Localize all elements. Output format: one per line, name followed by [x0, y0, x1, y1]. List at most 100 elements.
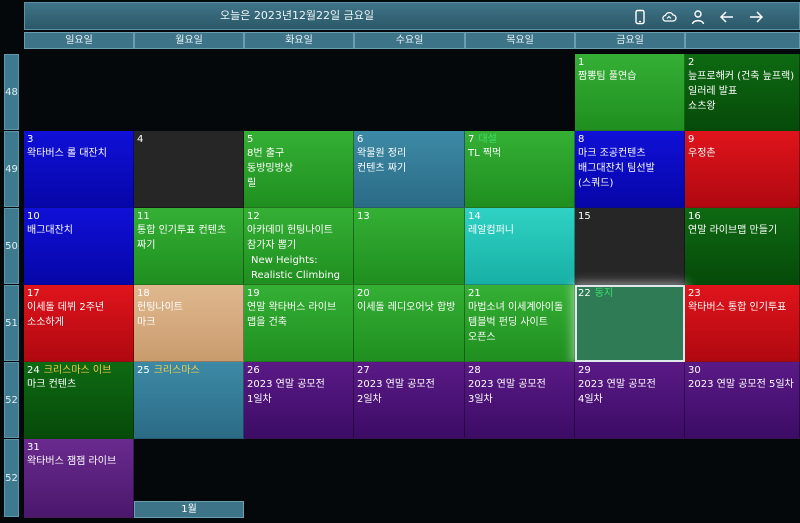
day-cell[interactable]: 6 왁물원 정리 컨텐츠 짜기 — [354, 131, 465, 208]
event-item[interactable]: New Heights: Realistic Climbing — [247, 253, 350, 283]
title-bar: 오늘은 2023년12월22일 금요일 — [24, 2, 800, 30]
day-number: 30 — [688, 365, 701, 376]
day-cell[interactable]: 16 연말 라이브맵 만들기 — [685, 208, 800, 285]
day-number: 22 동지 — [578, 287, 681, 300]
event-item[interactable]: 2023 연말 공모전 4일차 — [578, 377, 681, 407]
day-number: 6 — [357, 134, 364, 145]
phone-icon[interactable] — [629, 6, 651, 28]
weekday-tue: 화요일 — [244, 32, 354, 49]
event-item[interactable]: 레알컴퍼니 — [468, 223, 571, 238]
weekday-sun: 일요일 — [24, 32, 134, 49]
day-number: 25 크리스마스 — [137, 364, 240, 377]
day-cell[interactable]: 19 연말 왁타버스 라이브 맵을 건축 — [244, 285, 354, 362]
event-item[interactable]: 왁타버스 잼잼 라이브 — [27, 454, 130, 469]
day-cell[interactable]: 26 2023 연말 공모전 1일차 — [244, 362, 354, 439]
event-item[interactable]: 헌팅나이트 — [137, 300, 240, 315]
day-number: 11 — [137, 211, 150, 222]
event-item[interactable]: 우정촌 — [688, 146, 796, 161]
user-icon[interactable] — [687, 6, 709, 28]
day-cell[interactable]: 9 우정촌 — [685, 131, 800, 208]
event-item[interactable]: 아카데미 헌팅나이트 참가자 뽑기 — [247, 223, 350, 253]
event-item[interactable]: 컨텐츠 짜기 — [357, 161, 461, 176]
day-number: 13 — [357, 211, 370, 222]
day-number: 5 — [247, 134, 254, 145]
event-item[interactable]: 2023 연말 공모전 5일차 — [688, 377, 796, 392]
day-cell[interactable]: 30 2023 연말 공모전 5일차 — [685, 362, 800, 439]
day-number: 8 — [578, 134, 585, 145]
day-number-text: 24 — [27, 365, 40, 376]
weekday-sat — [685, 32, 800, 49]
event-item[interactable]: 마크 조공컨텐츠 — [578, 146, 681, 161]
event-item[interactable]: 왁물원 정리 — [357, 146, 461, 161]
event-item[interactable]: 이세돌 레디오어낫 합방 — [357, 300, 461, 315]
day-number: 1 — [578, 57, 585, 68]
event-item[interactable]: 2023 연말 공모전 2일차 — [357, 377, 461, 407]
event-item[interactable]: 연말 왁타버스 라이브 맵을 건축 — [247, 300, 350, 330]
next-month-tab[interactable]: 1월 — [134, 501, 244, 518]
day-cell[interactable]: 8 마크 조공컨텐츠 배그대잔치 팀선발 (스쿼드) — [575, 131, 685, 208]
day-cell[interactable]: 12 아카데미 헌팅나이트 참가자 뽑기 New Heights: Realis… — [244, 208, 354, 285]
event-item[interactable]: 2023 연말 공모전 1일차 — [247, 377, 350, 407]
week-number: 52 — [4, 362, 19, 438]
event-item[interactable]: 릴 — [247, 176, 350, 191]
day-cell[interactable]: 29 2023 연말 공모전 4일차 — [575, 362, 685, 439]
day-cell[interactable]: 25 크리스마스 — [134, 362, 244, 439]
day-cell[interactable]: 20 이세돌 레디오어낫 합방 — [354, 285, 465, 362]
day-number: 23 — [688, 288, 701, 299]
day-cell[interactable]: 24 크리스마스 이브 마크 컨텐츠 — [24, 362, 134, 439]
day-cell[interactable]: 13 — [354, 208, 465, 285]
day-number-text: 7 — [468, 134, 475, 145]
event-item[interactable]: 동방밍방상 — [247, 161, 350, 176]
day-number: 3 — [27, 134, 34, 145]
day-number-text: 22 — [578, 288, 591, 299]
event-item[interactable]: 2023 연말 공모전 3일차 — [468, 377, 571, 407]
day-cell[interactable]: 21 마법소녀 이세계아이돌 템블벅 펀딩 사이트 오픈스 — [465, 285, 575, 362]
day-cell[interactable]: 31 왁타버스 잼잼 라이브 — [24, 439, 134, 518]
week-number: 51 — [4, 285, 19, 361]
day-cell[interactable]: 5 8번 출구 동방밍방상 릴 — [244, 131, 354, 208]
day-cell[interactable]: 23 왁타버스 통합 인기투표 — [685, 285, 800, 362]
event-item[interactable]: 늪프로해커 (건축 늪프랙) — [688, 69, 796, 84]
cloud-sync-icon[interactable] — [658, 6, 680, 28]
day-cell[interactable]: 7 대설 TL 찍먹 — [465, 131, 575, 208]
day-cell[interactable]: 10 배그대잔치 — [24, 208, 134, 285]
day-cell[interactable]: 27 2023 연말 공모전 2일차 — [354, 362, 465, 439]
day-cell[interactable]: 15 — [575, 208, 685, 285]
event-item[interactable]: 이세돌 데뷔 2주년 소소하게 — [27, 300, 130, 330]
day-number-text: 25 — [137, 365, 150, 376]
event-item[interactable]: 마크 컨텐츠 — [27, 377, 130, 392]
day-number: 14 — [468, 211, 481, 222]
day-cell[interactable]: 18 헌팅나이트 마크 — [134, 285, 244, 362]
event-item[interactable]: 왁타버스 통합 인기투표 — [688, 300, 796, 315]
arrow-left-icon[interactable] — [716, 6, 738, 28]
day-cell[interactable]: 1 짬뽕팀 풀연습 — [575, 54, 685, 131]
event-item[interactable]: 연말 라이브맵 만들기 — [688, 223, 796, 238]
event-item[interactable]: 8번 출구 — [247, 146, 350, 161]
day-cell-today[interactable]: 22 동지 — [575, 285, 685, 362]
event-item[interactable]: 왁타버스 롤 대잔치 — [27, 146, 130, 161]
day-cell[interactable]: 11 통합 인기투표 컨텐츠 짜기 — [134, 208, 244, 285]
arrow-right-icon[interactable] — [745, 6, 767, 28]
event-item[interactable]: 짬뽕팀 풀연습 — [578, 69, 681, 84]
event-item[interactable]: 마크 — [137, 315, 240, 330]
day-number: 10 — [27, 211, 40, 222]
event-item[interactable]: 통합 인기투표 컨텐츠 짜기 — [137, 223, 240, 253]
day-cell[interactable]: 14 레알컴퍼니 — [465, 208, 575, 285]
holiday-label: 크리스마스 — [153, 365, 200, 376]
event-item[interactable]: (스쿼드) — [578, 176, 681, 191]
event-item[interactable]: 배그대잔치 — [27, 223, 130, 238]
week-number: 49 — [4, 131, 19, 207]
day-number: 15 — [578, 211, 591, 222]
event-item[interactable]: 일러레 발표 — [688, 84, 796, 99]
event-item[interactable]: 쇼츠왕 — [688, 99, 796, 114]
day-cell[interactable]: 28 2023 연말 공모전 3일차 — [465, 362, 575, 439]
day-cell[interactable]: 2 늪프로해커 (건축 늪프랙) 일러레 발표 쇼츠왕 — [685, 54, 800, 131]
day-cell[interactable]: 4 — [134, 131, 244, 208]
weekday-thu: 목요일 — [465, 32, 575, 49]
event-item[interactable]: 마법소녀 이세계아이돌 템블벅 펀딩 사이트 오픈스 — [468, 300, 571, 345]
day-number: 12 — [247, 211, 260, 222]
event-item[interactable]: 배그대잔치 팀선발 — [578, 161, 681, 176]
event-item[interactable]: TL 찍먹 — [468, 146, 571, 161]
day-cell[interactable]: 17 이세돌 데뷔 2주년 소소하게 — [24, 285, 134, 362]
day-cell[interactable]: 3 왁타버스 롤 대잔치 — [24, 131, 134, 208]
